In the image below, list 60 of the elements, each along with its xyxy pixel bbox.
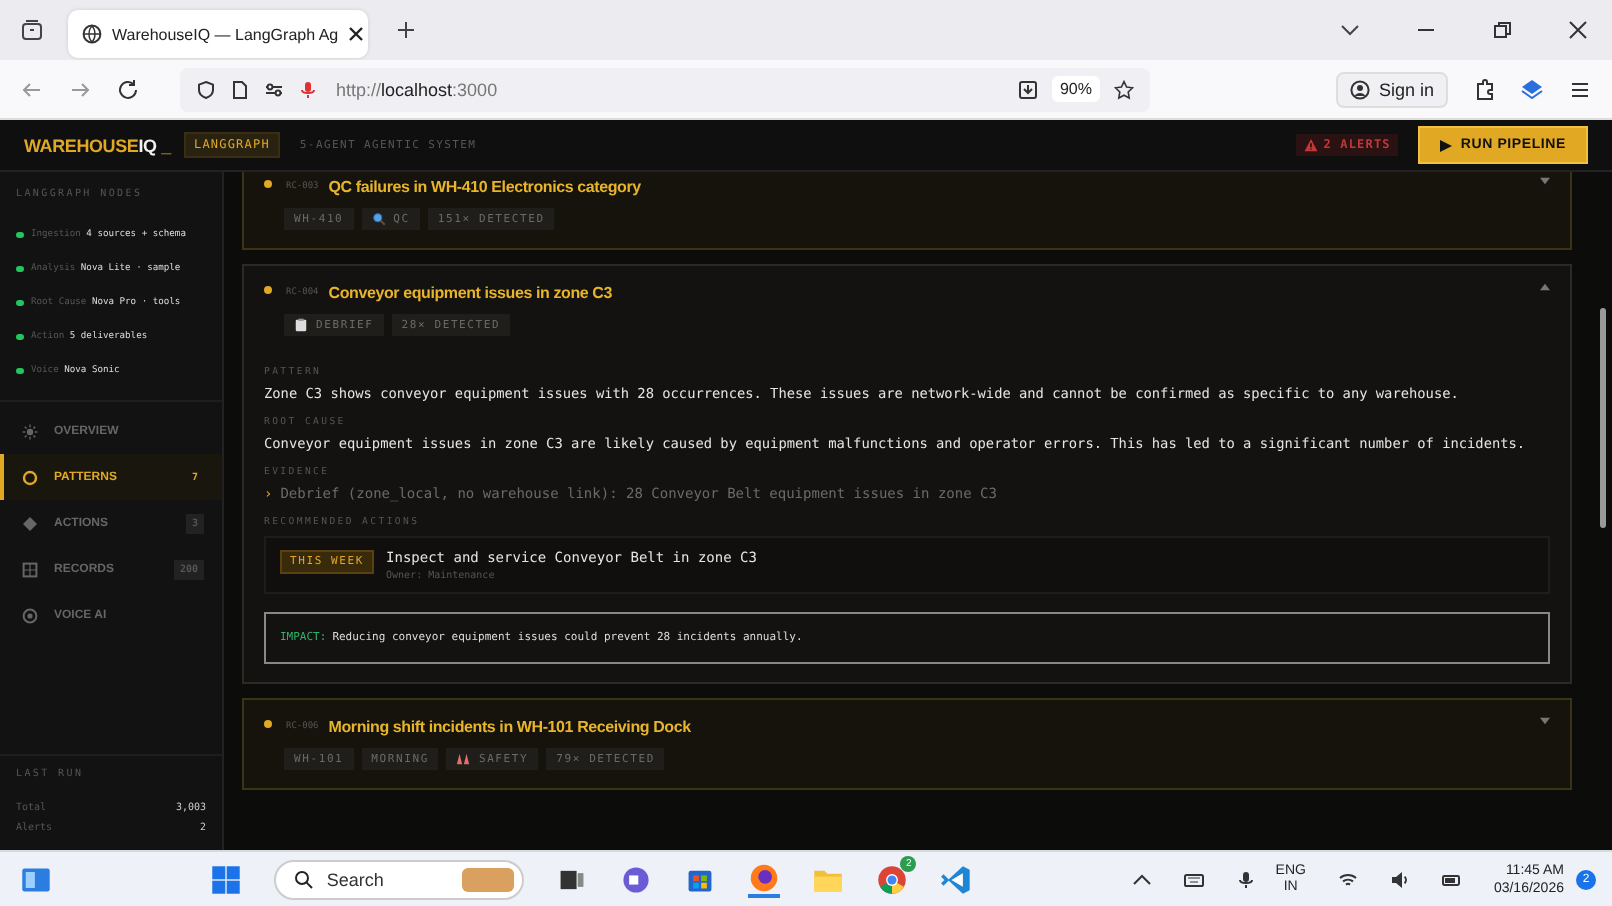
play-icon <box>1440 139 1453 151</box>
close-icon[interactable] <box>1568 20 1588 40</box>
new-tab-icon[interactable] <box>396 20 416 40</box>
diamond-icon <box>22 515 38 531</box>
collapse-icon[interactable] <box>1540 282 1550 292</box>
microphone-icon <box>298 79 318 99</box>
expand-icon[interactable] <box>1540 716 1550 726</box>
widgets-icon[interactable] <box>20 863 52 895</box>
pattern-title: Conveyor equipment issues in zone C3 <box>328 284 612 302</box>
extension-icon[interactable] <box>1520 77 1544 101</box>
microphone-icon[interactable] <box>1235 869 1256 889</box>
tab-list-icon[interactable] <box>20 18 44 42</box>
chevron-down-icon[interactable] <box>1340 20 1360 40</box>
battery-icon[interactable] <box>1441 869 1462 889</box>
sign-in-button[interactable]: Sign in <box>1336 71 1448 107</box>
search-highlight-picture <box>462 867 515 891</box>
page-icon <box>230 79 250 99</box>
tab-title: WarehouseIQ — LangGraph Ag <box>112 25 339 43</box>
zoom-level[interactable]: 90% <box>1051 76 1100 102</box>
speaker-icon[interactable] <box>1389 869 1410 889</box>
extensions-icon[interactable] <box>1472 77 1496 101</box>
browser-tab[interactable]: WarehouseIQ — LangGraph Ag <box>68 10 368 58</box>
back-icon[interactable] <box>20 77 44 101</box>
star-icon[interactable] <box>1114 79 1134 99</box>
windows-start-icon[interactable] <box>210 863 243 895</box>
address-field[interactable]: http://localhost:3000 90% <box>180 67 1150 111</box>
keyboard-icon[interactable] <box>1183 869 1204 889</box>
warning-icon <box>1303 138 1318 152</box>
reload-icon[interactable] <box>116 77 140 101</box>
download-icon[interactable] <box>1017 79 1038 99</box>
grid-icon <box>22 561 38 577</box>
cones-icon <box>456 752 471 766</box>
close-icon[interactable] <box>348 26 365 42</box>
bullet-icon <box>264 179 272 187</box>
search-icon <box>294 869 315 889</box>
forward-icon[interactable] <box>68 77 92 101</box>
chrome-icon[interactable] <box>876 863 909 895</box>
account-icon <box>1350 79 1371 99</box>
expand-icon[interactable] <box>1540 176 1550 186</box>
sun-icon <box>22 423 38 439</box>
chevron-up-icon[interactable] <box>1131 869 1152 889</box>
bullet-icon <box>264 285 272 293</box>
taskbar-search-field[interactable]: Search <box>274 859 525 899</box>
menu-icon[interactable] <box>1568 77 1592 101</box>
wifi-icon[interactable] <box>1337 869 1358 889</box>
permissions-icon <box>264 79 284 99</box>
pattern-title: QC failures in WH-410 Electronics category <box>328 178 641 196</box>
pattern-title: Morning shift incidents in WH-101 Receiving Dock <box>328 718 691 736</box>
code-editor-icon[interactable] <box>940 863 973 895</box>
bullet-icon <box>264 719 272 727</box>
circle-icon <box>22 469 38 485</box>
url-text: http://localhost:3000 <box>336 79 498 99</box>
shield-icon <box>196 79 216 99</box>
restore-icon[interactable] <box>1492 20 1512 40</box>
magnifier-icon <box>371 212 386 226</box>
target-icon <box>22 607 38 623</box>
chat-icon[interactable] <box>620 863 653 895</box>
globe-icon <box>82 24 102 44</box>
clipboard-icon <box>294 318 308 332</box>
browser-icon[interactable] <box>748 861 781 897</box>
